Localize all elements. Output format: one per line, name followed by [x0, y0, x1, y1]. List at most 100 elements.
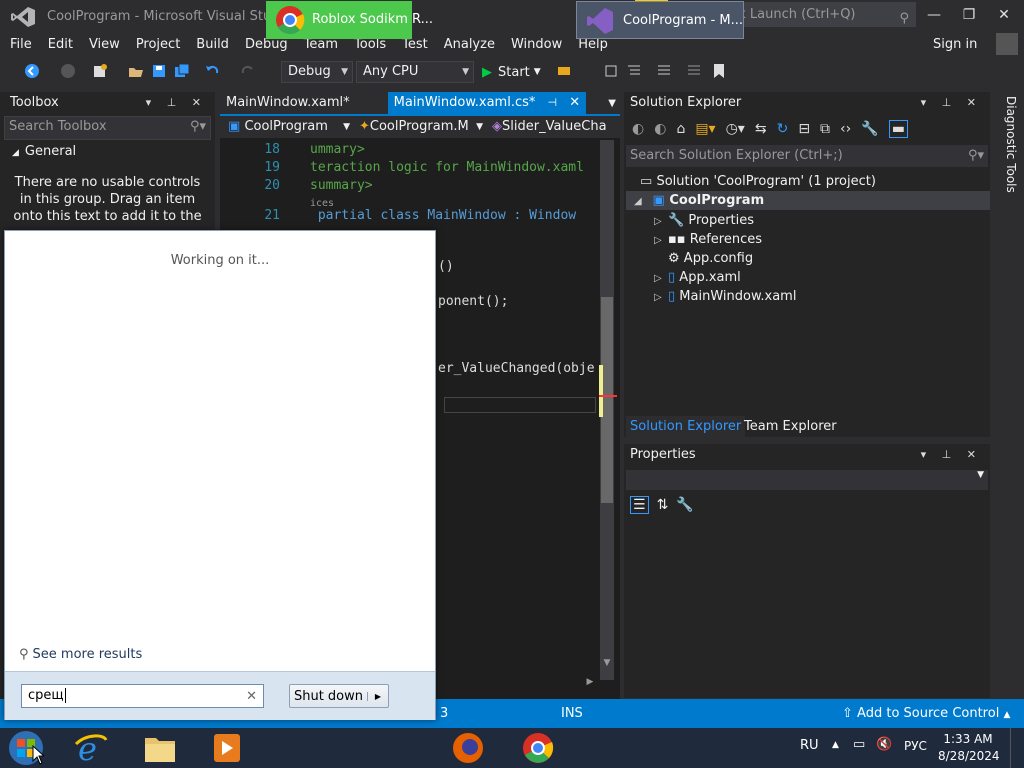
network-icon[interactable]: ▭ [853, 737, 865, 752]
clock[interactable]: 1:33 AM 8/28/2024 [938, 731, 1000, 765]
volume-muted-icon[interactable]: 🔇 [876, 737, 892, 752]
close-button[interactable]: ✕ [991, 4, 1017, 26]
save-icon[interactable] [151, 63, 167, 79]
tab-overflow-icon[interactable]: ▼ [608, 98, 616, 109]
tab-mainwindow-xaml[interactable]: MainWindow.xaml* [220, 92, 356, 114]
project-nav-dropdown[interactable]: ▣ CoolProgram ▼ [224, 117, 352, 137]
type-nav-dropdown[interactable]: ✦CoolProgram.M ▼ [355, 117, 485, 137]
back-icon[interactable]: ◐ [632, 121, 644, 137]
taskbar-visual-studio-button[interactable]: CoolProgram - M... [576, 1, 744, 39]
sync-icon[interactable]: ⇆ [755, 121, 767, 137]
current-line-highlight [444, 397, 596, 413]
new-project-icon[interactable] [92, 63, 108, 79]
account-avatar-icon[interactable] [996, 33, 1018, 55]
menu-window[interactable]: Window [503, 33, 570, 57]
change-marker [599, 365, 603, 417]
source-control-button[interactable]: ⇧ Add to Source Control ▲ [842, 706, 1010, 721]
open-file-icon[interactable] [128, 63, 144, 79]
property-pages-icon[interactable]: 🔧 [676, 497, 693, 513]
file-explorer-icon[interactable] [142, 730, 178, 766]
minimize-button[interactable]: — [921, 4, 947, 26]
solution-search-input[interactable]: Search Solution Explorer (Ctrl+;) ⚲▾ [626, 145, 988, 167]
member-nav-dropdown[interactable]: ◈Slider_ValueCha [488, 117, 620, 137]
categorized-icon[interactable]: ☰ [630, 496, 649, 514]
close-tab-icon[interactable]: ✕ [569, 95, 580, 110]
save-all-icon[interactable] [174, 63, 190, 79]
attach-icon[interactable] [556, 63, 574, 79]
keyboard-layout-indicator[interactable]: РУС [904, 739, 927, 753]
tree-item-app-xaml[interactable]: ▷ ▯ App.xaml [654, 268, 741, 287]
tree-item-references[interactable]: ▷ ▪▪ References [654, 230, 762, 249]
internet-explorer-icon[interactable]: e [72, 730, 108, 766]
chevron-down-icon: ▼ [533, 67, 541, 77]
show-desktop-button[interactable] [1010, 728, 1024, 768]
menu-build[interactable]: Build [188, 33, 237, 57]
show-hidden-icons-icon[interactable]: ▲ [832, 740, 839, 750]
shutdown-options-arrow-icon[interactable]: ▶ [367, 691, 388, 701]
home-icon[interactable]: ⌂ [676, 121, 685, 137]
shutdown-button[interactable]: Shut down ▶ [289, 684, 389, 708]
switch-views-icon[interactable]: ▤▾ [695, 121, 715, 137]
bookmark-icon[interactable] [712, 63, 726, 79]
uncomment-icon[interactable] [686, 63, 702, 79]
solution-icon: ▭ [640, 174, 653, 189]
outline-icon[interactable] [626, 63, 642, 79]
comment-icon[interactable] [656, 63, 672, 79]
menu-file[interactable]: File [2, 33, 40, 57]
start-search-input[interactable]: срещ​ ✕ [21, 684, 264, 708]
panel-controls[interactable]: ▾ ⊥ ✕ [921, 444, 982, 466]
pin-icon[interactable]: ⊣ [548, 96, 558, 109]
alphabetical-icon[interactable]: ⇅ [657, 497, 669, 513]
maximize-button[interactable]: ❐ [956, 4, 982, 26]
menu-project[interactable]: Project [128, 33, 188, 57]
start-menu: Working on it... ⚲See more results срещ​… [4, 230, 436, 720]
forward-icon[interactable] [60, 63, 76, 79]
chrome-icon[interactable] [520, 730, 556, 766]
step-icon[interactable] [604, 63, 620, 79]
tab-mainwindow-xaml-cs[interactable]: MainWindow.xaml.cs* ⊣ ✕ [387, 92, 587, 114]
menu-analyze[interactable]: Analyze [436, 33, 503, 57]
scroll-right-icon[interactable]: ▶ [583, 677, 597, 687]
pending-changes-icon[interactable]: ◷▾ [726, 121, 745, 137]
method-icon: ◈ [492, 119, 502, 134]
solution-node[interactable]: ▭ Solution 'CoolProgram' (1 project) [640, 172, 876, 191]
collapse-all-icon[interactable]: ⊟ [798, 121, 810, 137]
sign-in-link[interactable]: Sign in [925, 33, 985, 57]
tree-item-mainwindow-xaml[interactable]: ▷ ▯ MainWindow.xaml [654, 287, 796, 306]
menu-edit[interactable]: Edit [40, 33, 81, 57]
scroll-down-icon[interactable]: ▼ [600, 658, 614, 668]
firefox-icon[interactable] [450, 730, 486, 766]
panel-controls[interactable]: ▾ ⊥ ✕ [146, 92, 207, 114]
toolbox-group-general[interactable]: ◢ General [0, 142, 215, 162]
media-player-icon[interactable] [212, 731, 242, 765]
see-more-results-link[interactable]: ⚲ See more results [19, 647, 142, 662]
menu-view[interactable]: View [81, 33, 128, 57]
panel-controls[interactable]: ▾ ⊥ ✕ [921, 92, 982, 114]
clear-search-icon[interactable]: ✕ [246, 686, 257, 708]
tree-item-app-config[interactable]: ⚙ App.config [668, 249, 753, 268]
start-button[interactable]: ▶ Start ▼ [482, 61, 541, 83]
language-indicator[interactable]: RU [800, 738, 819, 753]
configuration-dropdown[interactable]: Debug ▼ [281, 61, 353, 83]
caret-marker [599, 395, 617, 397]
tab-solution-explorer[interactable]: Solution Explorer [626, 416, 746, 438]
tab-team-explorer[interactable]: Team Explorer [740, 416, 841, 438]
project-node[interactable]: ◢ ▣ CoolProgram [626, 191, 990, 210]
platform-dropdown[interactable]: Any CPU ▼ [356, 61, 474, 83]
redo-icon[interactable] [240, 63, 256, 79]
preview-icon[interactable]: ▬ [888, 120, 908, 138]
refresh-icon[interactable]: ↻ [777, 121, 789, 137]
properties-icon[interactable]: 🔧 [861, 121, 878, 137]
forward-icon[interactable]: ◐ [654, 121, 666, 137]
toolbox-search-placeholder: Search Toolbox [9, 119, 107, 134]
taskbar-roblox-button[interactable]: Roblox Sodikm R... [266, 1, 433, 39]
toolbox-search-input[interactable]: Search Toolbox ⚲▾ [4, 116, 211, 140]
diagnostic-tools-tab[interactable]: Diagnostic Tools [994, 92, 1018, 206]
view-code-icon[interactable]: ‹› [840, 121, 851, 137]
back-icon[interactable] [24, 63, 40, 79]
properties-object-dropdown[interactable]: ▼ [626, 470, 988, 490]
tree-item-properties[interactable]: ▷ 🔧 Properties [654, 211, 754, 230]
undo-icon[interactable] [204, 63, 220, 79]
search-icon: ⚲▾ [967, 148, 984, 163]
show-all-files-icon[interactable]: ⧉ [820, 121, 830, 137]
